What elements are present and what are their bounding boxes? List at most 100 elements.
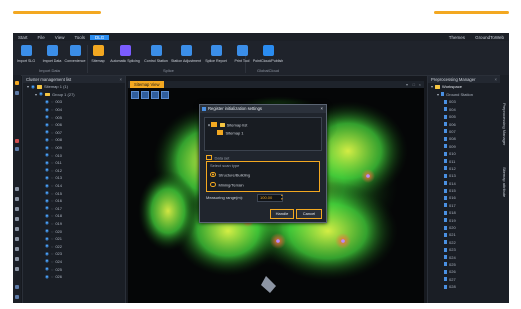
list-item[interactable]: 021	[428, 231, 500, 238]
list-item[interactable]: 013	[428, 172, 500, 179]
list-item[interactable]: 019	[428, 216, 500, 223]
radio-structure-building[interactable]: Structure/Building	[210, 171, 250, 178]
ribbon-button[interactable]: Station Adjustment	[171, 43, 201, 67]
list-item[interactable]: 011	[428, 157, 500, 164]
cancel-button[interactable]: Cancel	[296, 209, 322, 219]
list-item[interactable]: 008	[428, 135, 500, 142]
list-item[interactable]: 020	[428, 224, 500, 231]
ribbon-button[interactable]: Import SLG	[13, 43, 39, 67]
list-item[interactable]: 025	[428, 261, 500, 268]
tool-icon[interactable]	[15, 139, 19, 143]
tool-icon[interactable]	[15, 267, 19, 271]
chevron-down-icon[interactable]: ▾	[27, 84, 29, 89]
tool-icon[interactable]	[15, 227, 19, 231]
eye-icon[interactable]: ◉	[39, 91, 43, 97]
list-item[interactable]: 017	[428, 202, 500, 209]
tool-icon[interactable]	[15, 81, 19, 85]
list-item[interactable]: ◉ ◌ 023	[23, 250, 125, 258]
list-item[interactable]: 018	[428, 209, 500, 216]
eye-icon[interactable]: ◉	[45, 145, 49, 151]
ground-station-node[interactable]: ▾ Ground Station	[428, 91, 500, 99]
list-item[interactable]: 012	[428, 165, 500, 172]
tool-icon[interactable]	[15, 207, 19, 211]
list-item[interactable]: 015	[428, 187, 500, 194]
list-item[interactable]: ◉ ◌ 005	[23, 113, 125, 121]
eye-icon[interactable]: ◉	[45, 205, 49, 211]
list-item[interactable]: ◉ ◌ 010	[23, 151, 125, 159]
list-item[interactable]: ◉ ◌ 018	[23, 212, 125, 220]
list-item[interactable]: ◉ ◌ 022	[23, 242, 125, 250]
chevron-down-icon[interactable]: ▾	[35, 92, 37, 97]
ribbon-button[interactable]: Automatic Splicing	[110, 43, 140, 67]
tab-preprocessing-manager[interactable]: Preprocessing Manager	[502, 103, 507, 145]
list-item[interactable]: 027	[428, 276, 500, 283]
eye-icon[interactable]: ◉	[45, 137, 49, 143]
eye-icon[interactable]: ◉	[45, 213, 49, 219]
tool-icon[interactable]	[15, 197, 19, 201]
account-menu[interactable]: GroundToWeb	[470, 35, 509, 40]
list-item[interactable]: ◉ ◌ 015	[23, 189, 125, 197]
tree-group[interactable]: ▾ ◉ Group 1 (27)	[23, 91, 125, 99]
eye-icon[interactable]: ◉	[45, 183, 49, 189]
list-item[interactable]: 026	[428, 268, 500, 275]
list-item[interactable]: 016	[428, 194, 500, 201]
tool-icon[interactable]	[15, 187, 19, 191]
menu-dlg[interactable]: DLG	[89, 34, 110, 40]
list-item[interactable]: ◉ ◌ 008	[23, 136, 125, 144]
eye-icon[interactable]: ◉	[45, 160, 49, 166]
eye-icon[interactable]: ◉	[45, 175, 49, 181]
stepper-icon[interactable]: ▴ ▾	[281, 193, 285, 201]
eye-icon[interactable]: ◉	[45, 167, 49, 173]
eye-icon[interactable]: ◉	[45, 266, 49, 272]
list-item[interactable]: ◉ ◌ 013	[23, 174, 125, 182]
eye-icon[interactable]: ◉	[45, 122, 49, 128]
list-item[interactable]: ◉ ◌ 007	[23, 129, 125, 137]
tree-root[interactable]: ▾ ◉ Sitemap 1 (1)	[23, 83, 125, 91]
data-set-section[interactable]: Data set	[206, 154, 229, 161]
eye-icon[interactable]: ◉	[45, 107, 49, 113]
list-item[interactable]: 024	[428, 253, 500, 260]
checkbox-sitemap-list[interactable]	[211, 121, 217, 127]
list-item[interactable]: ◉ ◌ 004	[23, 106, 125, 114]
menu-start[interactable]: Start	[13, 35, 33, 40]
menu-view[interactable]: View	[50, 35, 70, 40]
sitemap-tree-root[interactable]: ▾ Sitemap list	[208, 121, 247, 128]
menu-file[interactable]: File	[33, 35, 50, 40]
list-item[interactable]: 028	[428, 283, 500, 290]
list-item[interactable]: ◉ ◌ 011	[23, 159, 125, 167]
list-item[interactable]: ◉ ◌ 012	[23, 167, 125, 175]
list-item[interactable]: ◉ ◌ 014	[23, 182, 125, 190]
tool-icon[interactable]	[15, 217, 19, 221]
eye-icon[interactable]: ◉	[45, 129, 49, 135]
ribbon-button[interactable]: Print Tool	[229, 43, 255, 67]
eye-icon[interactable]: ◉	[45, 152, 49, 158]
eye-icon[interactable]: ◉	[45, 99, 49, 105]
radio-button[interactable]	[210, 181, 216, 187]
ribbon-button[interactable]: Splice Report	[203, 43, 229, 67]
eye-icon[interactable]: ◉	[45, 243, 49, 249]
list-item[interactable]: 023	[428, 246, 500, 253]
list-item[interactable]: 022	[428, 239, 500, 246]
eye-icon[interactable]: ◉	[45, 258, 49, 264]
eye-icon[interactable]: ◉	[45, 198, 49, 204]
list-item[interactable]: ◉ ◌ 017	[23, 205, 125, 213]
sitemap-tree-child[interactable]: Sitemap 1	[217, 129, 244, 136]
tool-icon[interactable]	[15, 285, 19, 289]
eye-icon[interactable]: ◉	[45, 228, 49, 234]
eye-icon[interactable]: ◉	[31, 84, 35, 90]
close-icon[interactable]: ×	[321, 105, 323, 113]
list-item[interactable]: 014	[428, 179, 500, 186]
list-item[interactable]: 005	[428, 113, 500, 120]
close-icon[interactable]: ×	[120, 76, 122, 83]
list-item[interactable]: 010	[428, 150, 500, 157]
ribbon-button[interactable]: PointCloud/Publish	[253, 43, 283, 67]
workspace-root[interactable]: ▾ Workspace	[428, 83, 500, 91]
themes-menu[interactable]: Themes	[444, 35, 470, 40]
eye-icon[interactable]: ◉	[45, 190, 49, 196]
list-item[interactable]: ◉ ◌ 021	[23, 235, 125, 243]
tool-icon[interactable]	[15, 295, 19, 299]
tool-icon[interactable]	[15, 237, 19, 241]
handle-button[interactable]: Handle	[270, 209, 294, 219]
list-item[interactable]: ◉ ◌ 019	[23, 220, 125, 228]
list-item[interactable]: ◉ ◌ 003	[23, 98, 125, 106]
